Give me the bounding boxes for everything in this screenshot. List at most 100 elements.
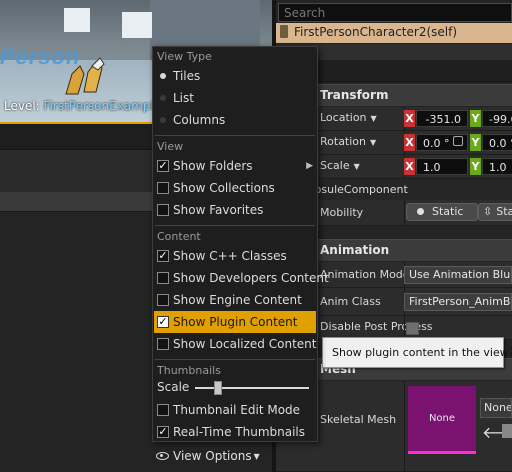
anim-class-dropdown[interactable]: FirstPerson_AnimBP_C [404, 293, 512, 311]
menu-item-label: Columns [173, 113, 226, 127]
column-divider [404, 381, 405, 471]
checkbox-checked: ✓ [157, 425, 169, 438]
menu-separator [155, 135, 315, 136]
axis-x-badge: X [404, 110, 415, 127]
axis-y-badge: Y [470, 110, 481, 127]
scale-label[interactable]: Scale ▼ [320, 159, 360, 172]
checkbox-unchecked [157, 338, 169, 350]
menu-item-label: Tiles [173, 69, 201, 83]
location-label[interactable]: Location ▼ [320, 111, 377, 124]
component-tree-root[interactable]: FirstPersonCharacter2(self) [276, 23, 512, 43]
menu-item-label: Show Favorites [173, 203, 264, 217]
view-options-label: View Options [173, 449, 252, 463]
radio-icon [160, 117, 166, 123]
menu-separator [155, 225, 315, 226]
component-name: FirstPersonCharacter2(self) [294, 25, 458, 39]
menu-item-list[interactable]: List [154, 87, 316, 109]
menu-item-real-time-thumbnails[interactable]: ✓ Real-Time Thumbnails [154, 421, 316, 443]
menu-item-show-engine-content[interactable]: Show Engine Content [154, 289, 316, 311]
section-view: View [157, 140, 184, 153]
checkbox-unchecked [157, 182, 169, 194]
column-divider [404, 316, 405, 339]
section-thumbnails: Thumbnails [157, 364, 221, 377]
chevron-down-icon: ▼ [353, 162, 360, 171]
menu-item-thumbnail-edit-mode[interactable]: Thumbnail Edit Mode [154, 399, 316, 421]
column-divider [404, 200, 405, 225]
thumbnail-scale-slider[interactable] [195, 387, 309, 389]
anim-class-label: Anim Class [320, 295, 381, 308]
blueprint-icon [280, 25, 288, 38]
menu-item-label: List [173, 91, 194, 105]
eye-icon [156, 452, 169, 460]
menu-item-label: Thumbnail Edit Mode [173, 403, 301, 417]
radio-icon [160, 95, 166, 101]
menu-item-label: Show Plugin Content [173, 315, 298, 329]
rotation-label[interactable]: Rotation ▼ [320, 135, 376, 148]
chevron-down-icon: ▼ [370, 138, 377, 147]
stationary-icon: ⇳ [483, 205, 493, 218]
menu-item-show-cpp-classes[interactable]: ✓ Show C++ Classes [154, 245, 316, 267]
tooltip: Show plugin content in the view? [322, 337, 512, 368]
animation-mode-dropdown[interactable]: Use Animation Blueprint [404, 266, 512, 284]
checkbox-checked: ✓ [157, 315, 169, 328]
animation-mode-label: Animation Mode [320, 268, 410, 281]
chevron-down-icon: ▼ [370, 114, 377, 123]
viewport-cube [64, 8, 90, 32]
rotation-y-field[interactable]: 0.0 ° [482, 134, 512, 151]
skeletal-mesh-asset-picker[interactable]: None [480, 398, 512, 418]
scale-y-field[interactable]: 1.0 [482, 158, 512, 175]
menu-item-tiles[interactable]: Tiles [154, 65, 316, 87]
menu-item-show-developers-content[interactable]: Show Developers Content [154, 267, 329, 289]
checkbox-unchecked [157, 404, 169, 416]
mobility-static-label: Static [432, 205, 464, 218]
menu-item-label: Show Folders [173, 159, 253, 173]
menu-item-show-plugin-content[interactable]: ✓ Show Plugin Content [154, 311, 316, 333]
mobility-stationary-button[interactable]: ⇳Stationary [478, 203, 512, 221]
checkbox-checked: ✓ [157, 159, 169, 172]
axis-x-badge: X [404, 158, 415, 175]
menu-separator [155, 359, 315, 360]
chevron-down-icon: ▾ [253, 449, 260, 463]
viewport-cube [122, 12, 152, 38]
scale-x-field[interactable]: 1.0 [416, 158, 468, 175]
axis-y-badge: Y [470, 134, 481, 151]
menu-item-label: Show Localized Content [173, 337, 317, 351]
menu-item-label: Show Developers Content [173, 271, 329, 285]
location-x-field[interactable]: -351.0 [416, 110, 468, 127]
spin-icon[interactable] [453, 136, 463, 146]
menu-item-label: Show Collections [173, 181, 275, 195]
menu-item-label: Show Engine Content [173, 293, 302, 307]
submenu-arrow-icon: ▶ [306, 161, 313, 171]
skeletal-mesh-thumbnail[interactable]: None [408, 386, 476, 454]
axis-y-badge: Y [470, 158, 481, 175]
menu-item-show-localized-content[interactable]: Show Localized Content [154, 333, 316, 355]
view-options-menu: View Type Tiles List Columns View ✓ Show … [152, 46, 329, 443]
menu-item-columns[interactable]: Columns [154, 109, 316, 131]
menu-item-show-folders[interactable]: ✓ Show Folders ▶ [154, 155, 316, 177]
scale-label-text: Scale [320, 159, 350, 172]
radio-selected-icon [160, 73, 166, 79]
details-search-input[interactable] [278, 3, 512, 22]
first-person-arms [65, 57, 105, 95]
checkbox-unchecked [157, 294, 169, 306]
rotation-label-text: Rotation [320, 135, 367, 148]
location-y-field[interactable]: -99.6 [482, 110, 512, 127]
menu-item-label: Show C++ Classes [173, 249, 287, 263]
checkbox-unchecked [157, 272, 169, 284]
static-icon [417, 208, 424, 215]
location-label-text: Location [320, 111, 367, 124]
section-content: Content [157, 230, 201, 243]
disable-post-process-checkbox[interactable] [406, 322, 419, 335]
view-options-button[interactable]: View Options ▾ [152, 444, 262, 468]
scale-label: Scale [157, 380, 190, 394]
menu-item-show-favorites[interactable]: Show Favorites [154, 199, 316, 221]
browse-icon[interactable] [502, 424, 512, 438]
slider-handle[interactable] [213, 381, 222, 395]
checkbox-checked: ✓ [157, 249, 169, 262]
skeletal-mesh-label: Skeletal Mesh [320, 413, 397, 426]
mobility-static-button[interactable]: Static [406, 203, 478, 221]
mobility-label: Mobility [320, 206, 364, 219]
menu-item-show-collections[interactable]: Show Collections [154, 177, 316, 199]
checkbox-unchecked [157, 204, 169, 216]
mobility-stationary-label: Stationary [496, 205, 512, 218]
